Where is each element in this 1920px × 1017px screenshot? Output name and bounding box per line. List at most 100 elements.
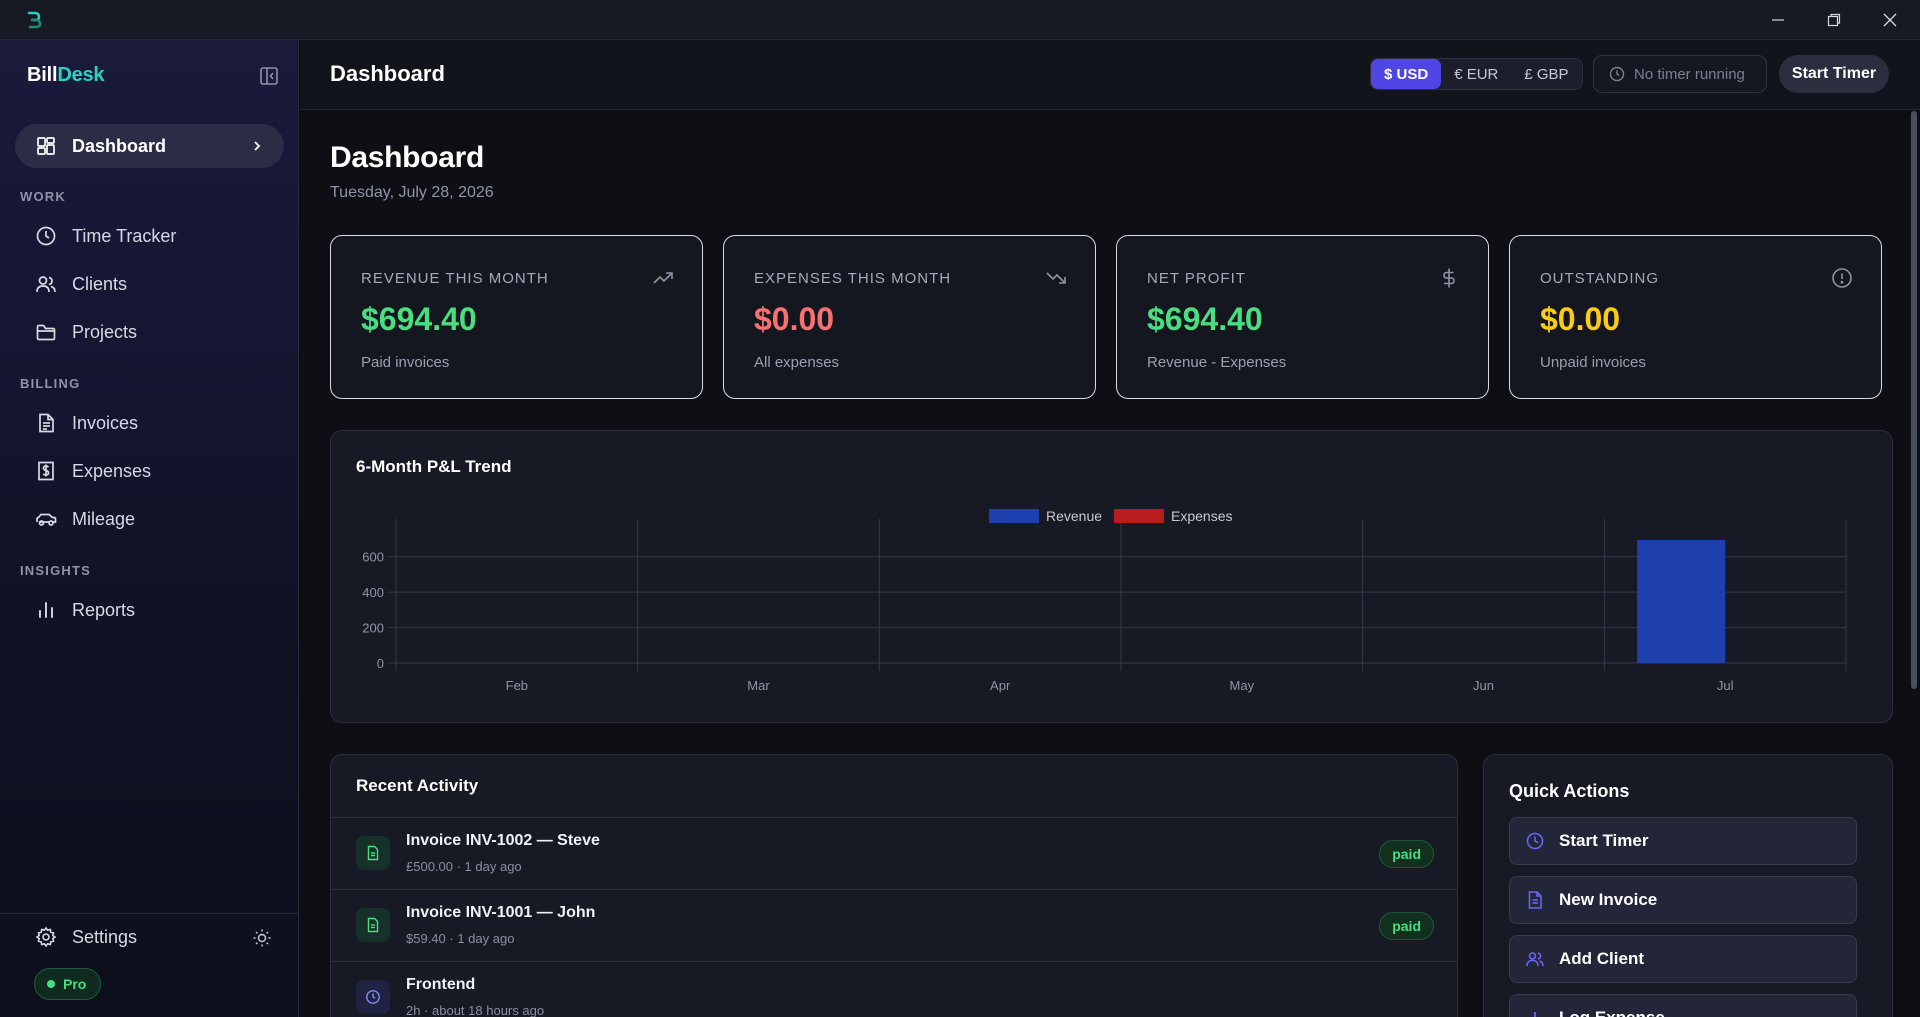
legend-label: Expenses [1171, 508, 1232, 524]
receipt-icon [38, 461, 54, 481]
activity-row[interactable]: Invoice INV-1001 — John $59.40 · 1 day a… [331, 889, 1457, 961]
sidebar-item-label: Time Tracker [72, 225, 177, 246]
quick-action-label: New Invoice [1559, 890, 1658, 909]
topbar-title: Dashboard [330, 61, 445, 86]
timer-status-label: No timer running [1634, 65, 1745, 83]
sidebar-item-reports[interactable]: Reports [15, 588, 284, 632]
bar-revenue [1637, 539, 1726, 663]
quick-action-label: Log Expense [1559, 1008, 1665, 1017]
sidebar-item-label: Reports [72, 599, 136, 620]
pl-trend-chart-card: 6-Month P&L Trend 0 200 400 600 Feb Mar Apr May… [330, 430, 1893, 723]
stat-card-revenue: REVENUE THIS MONTH $694.40 Paid invoices [330, 235, 703, 399]
document-icon [39, 413, 54, 433]
start-timer-button[interactable]: Start Timer [1779, 55, 1889, 93]
activity-icon-wrap [356, 908, 390, 942]
quick-action-add-client[interactable]: Add Client [1509, 935, 1857, 983]
section-label-insights: INSIGHTS [20, 563, 91, 578]
stat-sub: Unpaid invoices [1540, 354, 1646, 371]
sidebar-item-clients[interactable]: Clients [15, 262, 284, 306]
sidebar-item-label: Invoices [72, 412, 139, 433]
status-badge: paid [1379, 912, 1434, 940]
quick-actions-card: Quick Actions Start Timer New Invoice Ad… [1483, 754, 1893, 1017]
quick-action-new-invoice[interactable]: New Invoice [1509, 876, 1857, 924]
section-label-billing: BILLING [20, 376, 81, 391]
close-icon [1883, 13, 1897, 27]
sidebar: BillDesk Dashboard WORK Time Tracker Cli… [0, 40, 299, 1017]
restore-icon [1827, 13, 1841, 27]
activity-title-text: Invoice INV-1002 — Steve [406, 832, 600, 849]
trending-down-icon [1046, 272, 1066, 284]
y-tick-label: 400 [362, 585, 384, 600]
status-dot [47, 980, 55, 988]
stat-sub: All expenses [754, 354, 840, 371]
stat-card-net-profit: NET PROFIT $694.40 Revenue - Expenses [1116, 235, 1489, 399]
bar-chart-icon [39, 602, 53, 618]
stat-sub: Paid invoices [361, 354, 450, 371]
x-tick-label: May [1230, 678, 1255, 693]
pl-trend-chart: 0 200 400 600 Feb Mar Apr May Jun Jul Revenue Expen… [362, 508, 1847, 693]
stat-label: OUTSTANDING [1540, 270, 1660, 287]
window-titlebar [0, 0, 1920, 40]
x-tick-label: Jun [1473, 678, 1494, 693]
scrollbar[interactable] [1911, 111, 1917, 689]
sidebar-item-label: Dashboard [72, 135, 167, 156]
plan-badge: Pro [34, 968, 102, 1000]
main-content: Dashboard Tuesday, July 28, 2026 REVENUE… [300, 111, 1910, 1017]
chevron-right-icon [254, 141, 261, 151]
sidebar-item-label: Projects [72, 321, 138, 342]
sidebar-item-label: Settings [72, 926, 138, 947]
trending-up-icon [653, 272, 673, 284]
sidebar-item-expenses[interactable]: Expenses [15, 449, 284, 493]
folder-icon [36, 324, 56, 341]
sidebar-item-time-tracker[interactable]: Time Tracker [15, 214, 284, 258]
alert-circle-icon [1832, 268, 1852, 288]
status-badge: paid [1379, 840, 1434, 868]
currency-switcher: $ USD € EUR £ GBP [1370, 58, 1583, 90]
users-icon [1526, 952, 1544, 967]
stat-label: REVENUE THIS MONTH [361, 270, 549, 287]
activity-icon-wrap [356, 836, 390, 870]
x-tick-label: Apr [990, 678, 1011, 693]
y-tick-label: 0 [377, 656, 384, 671]
document-icon [367, 917, 379, 933]
document-icon [367, 845, 379, 861]
minimize-button[interactable] [1750, 0, 1806, 40]
clock-icon [1609, 66, 1625, 82]
x-tick-label: Mar [747, 678, 770, 693]
sidebar-item-settings[interactable]: Settings [15, 915, 284, 959]
plus-icon [1534, 1012, 1536, 1017]
clock-icon [366, 990, 380, 1004]
y-tick-label: 600 [362, 550, 384, 565]
legend-label: Revenue [1046, 508, 1102, 524]
timer-status: No timer running [1593, 55, 1767, 93]
activity-row[interactable]: Frontend 2h · about 18 hours ago [331, 961, 1457, 1017]
quick-action-label: Add Client [1559, 949, 1644, 968]
stat-label: NET PROFIT [1147, 270, 1246, 287]
sidebar-item-label: Mileage [72, 508, 136, 529]
top-bar: Dashboard $ USD € EUR £ GBP No timer run… [300, 40, 1920, 110]
brand-logo[interactable]: BillDesk [27, 64, 105, 87]
sun-icon[interactable] [252, 928, 272, 948]
restore-button[interactable] [1806, 0, 1862, 40]
quick-action-log-expense[interactable]: Log Expense [1509, 994, 1857, 1017]
stat-sub: Revenue - Expenses [1147, 354, 1287, 371]
sidebar-item-dashboard[interactable]: Dashboard [15, 124, 284, 168]
dollar-icon [1443, 268, 1455, 288]
sidebar-collapse-icon[interactable] [258, 65, 280, 87]
close-button[interactable] [1862, 0, 1918, 40]
activity-row[interactable]: Invoice INV-1002 — Steve £500.00 · 1 day… [331, 817, 1457, 889]
currency-eur-button[interactable]: € EUR [1441, 59, 1511, 89]
sidebar-item-mileage[interactable]: Mileage [15, 497, 284, 541]
sidebar-item-label: Clients [72, 273, 128, 294]
currency-usd-button[interactable]: $ USD [1371, 59, 1442, 89]
currency-gbp-button[interactable]: £ GBP [1511, 59, 1581, 89]
sidebar-item-projects[interactable]: Projects [15, 310, 284, 354]
stat-value: $0.00 [1540, 301, 1621, 337]
activity-icon-wrap [356, 980, 390, 1014]
sidebar-item-invoices[interactable]: Invoices [15, 401, 284, 445]
brand-name-part1: Bill [27, 64, 58, 86]
activity-title-text: Frontend [406, 976, 476, 993]
users-icon [36, 276, 56, 293]
x-tick-label: Feb [506, 678, 528, 693]
quick-action-start-timer[interactable]: Start Timer [1509, 817, 1857, 865]
